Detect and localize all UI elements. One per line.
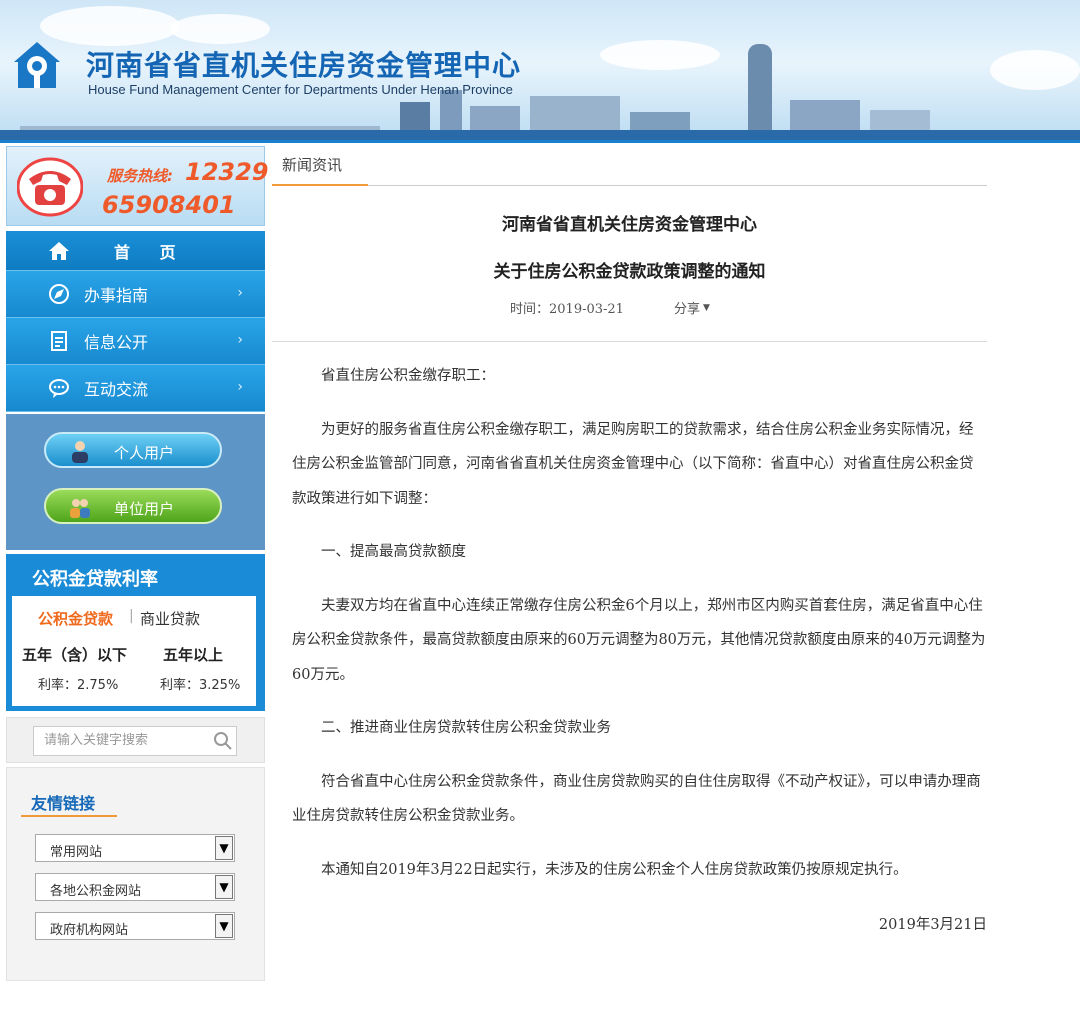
select-value: 政府机构网站 [50,923,129,938]
article-title-line2: 关于住房公积金贷款政策调整的通知 [493,262,766,282]
hotline-label: 服务热线: [107,167,173,185]
nav-label-info: 信息公开 [84,333,149,352]
chevron-right-icon: › [237,379,243,396]
chevron-right-icon: › [237,285,243,302]
site-title: 河南省省直机关住房资金管理中心 [86,49,522,82]
friend-links-box: 友情链接 常用网站 ▼ 各地公积金网站 ▼ 政府机构网站 ▼ [6,767,265,981]
nav-item-info[interactable]: 信息公开 › [6,318,265,365]
article-meta: 时间：2019-03-21 分享 ▼ [272,282,987,342]
sidebar: 服务热线: 12329 65908401 首 页 办事指南 › 信息公开 › 互… [6,146,269,981]
group-icon [70,499,90,518]
article-main: 新闻资讯 河南省省直机关住房资金管理中心 关于住房公积金贷款政策调整的通知 时间… [272,146,987,934]
select-local-fund-sites[interactable]: 各地公积金网站 ▼ [35,873,235,901]
rate-term-long: 五年以上 [163,646,224,664]
paragraph: 本通知自2019年3月22日起实行，未涉及的住房公积金个人住房贷款政策仍按原规定… [321,861,908,878]
cloud-decoration [990,50,1080,90]
paragraph: 夫妻双方均在省直中心连续正常缴存住房公积金6个月以上，郑州市区内购买首套住房，满… [292,597,986,683]
article-title-line1: 河南省省直机关住房资金管理中心 [502,215,757,235]
rate-term-short: 五年（含）以下 [22,646,128,664]
compass-icon [49,284,69,304]
friend-links-underline [21,815,117,817]
nav-item-guide[interactable]: 办事指南 › [6,271,265,318]
caret-down-icon: ▼ [703,303,710,313]
nav-label-guide: 办事指南 [84,286,149,305]
sidebar-nav: 首 页 办事指南 › 信息公开 › 互动交流 › [6,231,265,412]
select-value: 各地公积金网站 [50,884,142,899]
nav-label-home: 首 页 [114,242,188,262]
article-date-sign: 2019年3月21日 [878,917,987,933]
tab-commercial-loan[interactable]: 商业贷款 [140,608,200,629]
personal-user-label: 个人用户 [114,444,175,462]
user-login-box: 个人用户 单位用户 [6,414,265,550]
rate-value-long: 利率：3.25% [160,678,241,693]
cloud-decoration [600,40,720,70]
loan-rate-box: 公积金贷款利率 公积金贷款 | 商业贷款 五年（含）以下 五年以上 利率：2.7… [6,554,265,711]
chevron-down-icon: ▼ [215,914,233,938]
share-button[interactable]: 分享 ▼ [674,298,710,317]
select-government-sites[interactable]: 政府机构网站 ▼ [35,912,235,940]
hotline-banner: 服务热线: 12329 65908401 [6,146,269,226]
header-ground-strip [0,130,1080,140]
paragraph: 二、推进商业住房贷款转住房公积金贷款业务 [321,720,611,736]
header-divider [0,140,1080,143]
person-icon [72,441,88,463]
search-icon[interactable] [213,731,233,751]
share-label: 分享 [674,302,701,317]
document-icon [51,331,67,351]
home-icon [49,241,69,260]
paragraph: 省直住房公积金缴存职工： [321,368,495,384]
breadcrumb: 新闻资讯 [272,146,987,186]
skyline-tower [748,44,772,140]
chat-icon [49,379,69,398]
hotline-number-long: 65908401 [102,191,236,219]
publish-time: 时间：2019-03-21 [510,302,624,317]
select-value: 常用网站 [50,845,103,860]
chevron-down-icon: ▼ [215,875,233,899]
telephone-icon [17,157,83,217]
select-common-sites[interactable]: 常用网站 ▼ [35,834,235,862]
cloud-decoration [170,14,270,44]
nav-item-interact[interactable]: 互动交流 › [6,365,265,412]
article-body: 省直住房公积金缴存职工： 为更好的服务省直住房公积金缴存职工，满足购房职工的贷款… [272,359,987,934]
company-user-button[interactable]: 单位用户 [44,488,222,524]
chevron-right-icon: › [237,332,243,349]
search-box: 请输入关键字搜索 [6,717,265,763]
rate-value-short: 利率：2.75% [38,678,119,693]
paragraph: 为更好的服务省直住房公积金缴存职工，满足购房职工的贷款需求，结合住房公积金业务实… [292,421,974,507]
hotline-number-short: 12329 [185,158,269,186]
company-user-label: 单位用户 [114,500,175,518]
chevron-down-icon: ▼ [215,836,233,860]
personal-user-button[interactable]: 个人用户 [44,432,222,468]
paragraph: 符合省直中心住房公积金贷款条件，商业住房贷款购买的自住住房取得《不动产权证》，可… [292,773,981,825]
tab-separator: | [129,608,134,624]
friend-links-title: 友情链接 [31,794,96,813]
loan-rate-panel: 公积金贷款 | 商业贷款 五年（含）以下 五年以上 利率：2.75% 利率：3.… [12,596,256,706]
house-logo-icon [14,42,60,88]
search-input[interactable]: 请输入关键字搜索 [33,726,237,756]
breadcrumb-underline [272,184,368,186]
breadcrumb-news[interactable]: 新闻资讯 [282,154,342,175]
paragraph: 一、提高最高贷款额度 [321,544,466,560]
nav-label-interact: 互动交流 [84,380,149,399]
site-header: 河南省省直机关住房资金管理中心 House Fund Management Ce… [0,0,1080,140]
site-subtitle: House Fund Management Center for Departm… [88,82,513,97]
nav-item-home[interactable]: 首 页 [6,231,265,271]
tab-provident-loan[interactable]: 公积金贷款 [38,608,113,629]
loan-rate-title: 公积金贷款利率 [32,569,158,590]
